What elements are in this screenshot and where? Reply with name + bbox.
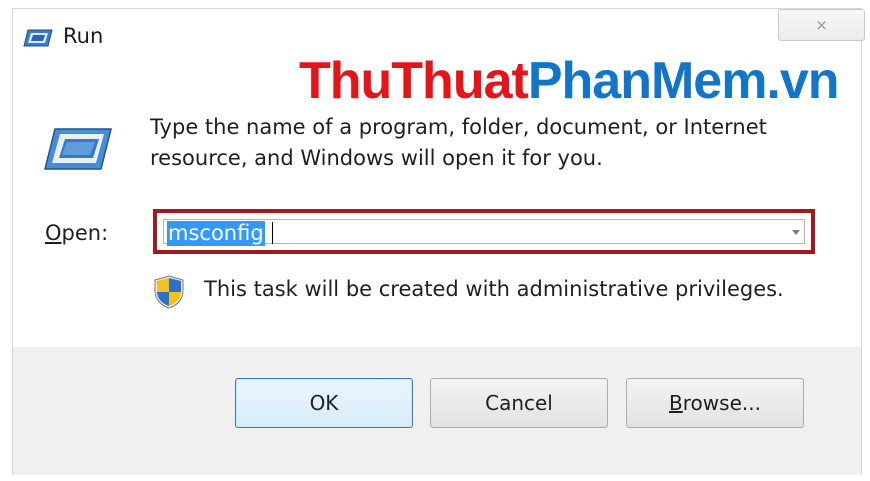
instruction-text: Type the name of a program, folder, docu…: [150, 112, 830, 174]
close-button[interactable]: ⨯: [778, 9, 865, 41]
browse-button[interactable]: Browse...: [626, 378, 804, 428]
cancel-button[interactable]: Cancel: [430, 378, 608, 428]
open-combobox[interactable]: msconfig: [153, 209, 815, 254]
ok-button[interactable]: OK: [235, 378, 413, 428]
browse-label-rest: rowse...: [682, 391, 761, 415]
watermark-part-red: ThuThuat: [299, 52, 529, 110]
open-label: Open:: [45, 221, 108, 245]
shield-icon: [154, 275, 184, 309]
watermark-logo: ThuThuatPhanMem.vn: [299, 52, 840, 110]
admin-privileges-note: This task will be created with administr…: [204, 277, 784, 301]
open-label-rest: pen:: [61, 221, 109, 245]
run-icon: [23, 29, 53, 47]
dropdown-arrow-icon[interactable]: [792, 230, 800, 235]
window-title: Run: [63, 24, 104, 48]
run-icon: [44, 128, 112, 170]
open-label-accelerator: O: [45, 221, 62, 245]
open-input-value[interactable]: msconfig: [167, 221, 265, 246]
watermark-part-blue: PhanMem.vn: [527, 52, 840, 110]
open-input-field[interactable]: msconfig: [163, 219, 805, 246]
close-icon: ⨯: [815, 16, 828, 34]
instruction-line-1: Type the name of a program, folder, docu…: [150, 115, 767, 139]
browse-accelerator: B: [669, 391, 683, 415]
instruction-line-2: resource, and Windows will open it for y…: [150, 146, 603, 170]
text-caret: [272, 222, 273, 244]
